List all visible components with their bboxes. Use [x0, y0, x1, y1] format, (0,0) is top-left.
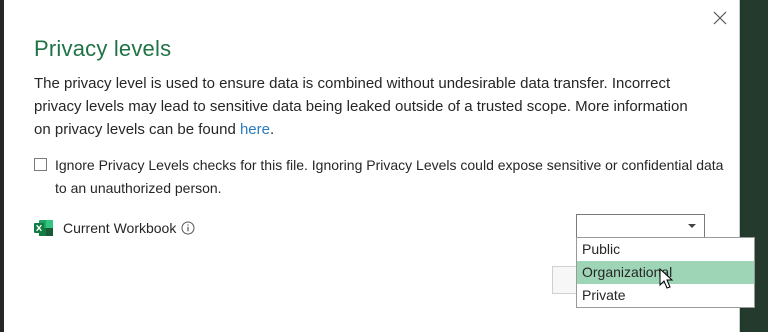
mouse-cursor-icon [659, 268, 674, 289]
description-text: The privacy level is used to ensure data… [34, 75, 688, 138]
privacy-levels-dialog: Privacy levels The privacy level is used… [4, 0, 755, 332]
privacy-level-select[interactable] [576, 214, 705, 238]
dialog-title: Privacy levels [34, 36, 172, 61]
more-info-link[interactable]: here [240, 121, 270, 138]
excel-icon [34, 220, 53, 236]
ignore-privacy-label[interactable]: Ignore Privacy Levels checks for this fi… [55, 154, 724, 200]
close-button[interactable] [707, 6, 733, 30]
option-public[interactable]: Public [577, 238, 754, 261]
info-icon[interactable] [181, 221, 195, 235]
ignore-privacy-row: Ignore Privacy Levels checks for this fi… [34, 154, 724, 200]
chevron-down-icon [688, 224, 696, 228]
source-label: Current Workbook [63, 220, 177, 236]
dialog-description: The privacy level is used to ensure data… [34, 72, 704, 141]
data-source-row: Current Workbook [34, 217, 195, 239]
ignore-privacy-checkbox[interactable] [34, 158, 47, 171]
description-end: . [270, 121, 275, 138]
close-icon [713, 11, 727, 25]
